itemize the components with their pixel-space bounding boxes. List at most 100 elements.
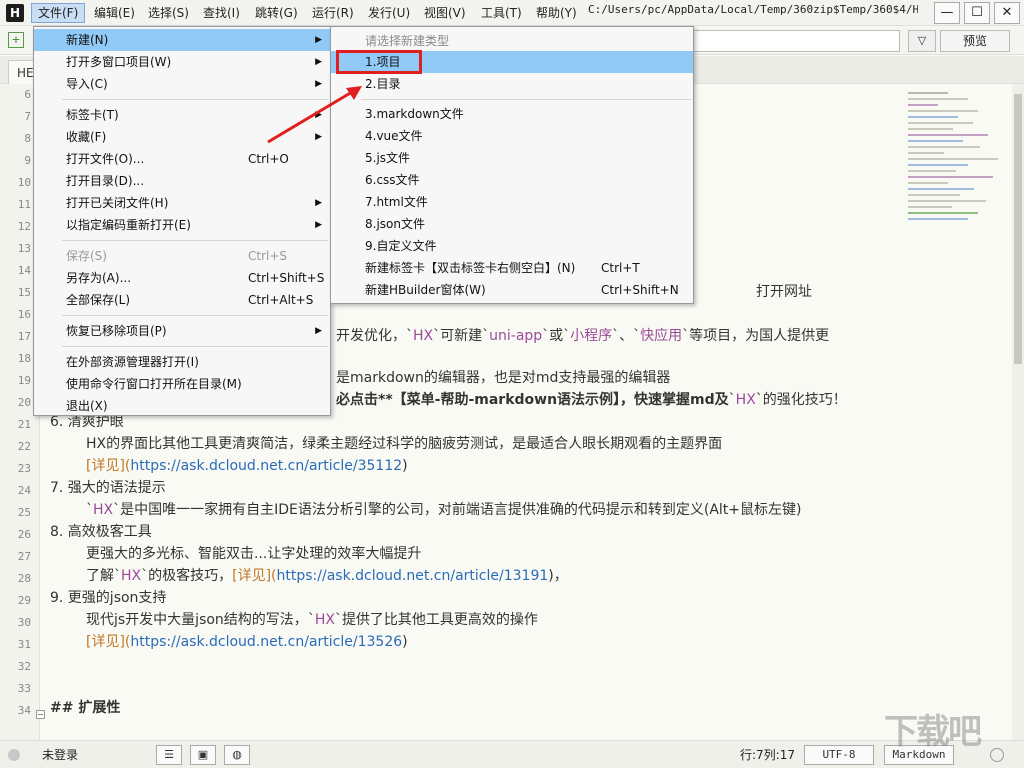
line-number: 11 bbox=[17, 198, 31, 211]
code-line: 现代js开发中大量json结构的写法，`HX`提供了比其他工具更高效的操作 bbox=[86, 612, 538, 628]
link[interactable]: https://ask.dcloud.net.cn/article/13191 bbox=[277, 568, 549, 584]
vertical-scrollbar[interactable] bbox=[1012, 84, 1024, 740]
line-number: 19 bbox=[17, 374, 31, 387]
minimize-button[interactable]: — bbox=[934, 2, 960, 24]
file-menu-item[interactable]: 打开多窗口项目(W) ▶ bbox=[34, 51, 330, 73]
line-number: 28 bbox=[17, 572, 31, 585]
file-menu-item[interactable]: 在外部资源管理器打开(I) bbox=[34, 351, 330, 373]
login-status[interactable]: 未登录 bbox=[42, 745, 78, 765]
menu-separator bbox=[62, 99, 328, 100]
menu-help[interactable]: 帮助(Y) bbox=[530, 3, 583, 23]
menu-item-label: 4.vue文件 bbox=[365, 129, 423, 143]
filter-button[interactable]: ▽ bbox=[908, 30, 936, 52]
file-menu-item[interactable]: 全部保存(L) Ctrl+Alt+S bbox=[34, 289, 330, 311]
notification-icon[interactable] bbox=[990, 748, 1004, 762]
text: uni-app bbox=[489, 328, 543, 344]
maximize-button[interactable]: ☐ bbox=[964, 2, 990, 24]
menu-file[interactable]: 文件(F) bbox=[31, 3, 86, 23]
menu-tools[interactable]: 工具(T) bbox=[475, 3, 528, 23]
file-menu-item[interactable]: 以指定编码重新打开(E) ▶ bbox=[34, 214, 330, 236]
text: HX bbox=[121, 568, 142, 584]
cursor-position: 行:7列:17 bbox=[740, 748, 795, 762]
menu-separator bbox=[62, 315, 328, 316]
menu-item-label: 全部保存(L) bbox=[66, 293, 131, 307]
file-menu-item[interactable]: 打开文件(O)... Ctrl+O bbox=[34, 148, 330, 170]
file-menu-item[interactable]: 使用命令行窗口打开所在目录(M) bbox=[34, 373, 330, 395]
new-file-icon[interactable]: + bbox=[8, 32, 24, 48]
submenu-header: 请选择新建类型 bbox=[331, 30, 693, 52]
new-menu-item[interactable]: 7.html文件 bbox=[331, 191, 693, 213]
text: 现代js开发中大量json结构的写法， bbox=[86, 612, 308, 628]
file-menu-item[interactable]: 打开已关闭文件(H) ▶ bbox=[34, 192, 330, 214]
line-number: 7 bbox=[24, 110, 31, 123]
text: 必点击**【菜单-帮助-markdown语法示例】，快速掌握md及 bbox=[336, 392, 729, 408]
menu-edit[interactable]: 编辑(E) bbox=[88, 3, 141, 23]
link[interactable]: https://ask.dcloud.net.cn/article/13526 bbox=[130, 634, 402, 650]
line-number: 9 bbox=[24, 154, 31, 167]
menu-run[interactable]: 运行(R) bbox=[306, 3, 360, 23]
status-bar: 未登录 ☰ ▣ ◍ 行:7列:17 UTF-8 Markdown bbox=[0, 740, 1024, 768]
menu-item-label: 7.html文件 bbox=[365, 195, 428, 209]
menu-item-shortcut: Ctrl+Alt+S bbox=[248, 293, 314, 307]
text: HX bbox=[93, 502, 114, 518]
menu-publish[interactable]: 发行(U) bbox=[362, 3, 416, 23]
new-menu-item[interactable]: 6.css文件 bbox=[331, 169, 693, 191]
browser-icon[interactable]: ◍ bbox=[224, 745, 250, 765]
line-number: 34 bbox=[17, 704, 31, 717]
code-line: HX的界面比其他工具更清爽简洁，绿柔主题经过科学的脑疲劳测试，是最适合人眼长期观… bbox=[86, 436, 723, 452]
submenu-header-label: 请选择新建类型 bbox=[365, 34, 450, 48]
line-number: 15 bbox=[17, 286, 31, 299]
user-avatar-icon[interactable] bbox=[8, 749, 20, 761]
file-menu-item[interactable]: 收藏(F) ▶ bbox=[34, 126, 330, 148]
menu-goto[interactable]: 跳转(G) bbox=[249, 3, 304, 23]
text: 了解 bbox=[86, 568, 114, 584]
new-menu-item[interactable]: 9.自定义文件 bbox=[331, 235, 693, 257]
code-line: 了解`HX`的极客技巧，[详见](https://ask.dcloud.net.… bbox=[86, 568, 568, 584]
encoding-selector[interactable]: UTF-8 bbox=[804, 745, 874, 765]
line-number: 12 bbox=[17, 220, 31, 233]
address-input[interactable] bbox=[690, 30, 900, 52]
menu-select[interactable]: 选择(S) bbox=[142, 3, 195, 23]
file-menu-item[interactable]: 另存为(A)... Ctrl+Shift+S bbox=[34, 267, 330, 289]
submenu-arrow-icon: ▶ bbox=[315, 79, 322, 89]
new-menu-item[interactable]: 2.目录 bbox=[331, 73, 693, 95]
minimap[interactable] bbox=[906, 84, 1010, 740]
new-menu-item[interactable]: 新建标签卡【双击标签卡右侧空白】(N) Ctrl+T bbox=[331, 257, 693, 279]
menu-find[interactable]: 查找(I) bbox=[197, 3, 246, 23]
new-menu-item[interactable]: 3.markdown文件 bbox=[331, 103, 693, 125]
file-path: C:/Users/pc/AppData/Local/Temp/360zip$Te… bbox=[588, 3, 918, 16]
code-line: 8. 高效极客工具 bbox=[50, 524, 152, 540]
file-menu-item[interactable]: 打开目录(D)... bbox=[34, 170, 330, 192]
new-menu-item[interactable]: 4.vue文件 bbox=[331, 125, 693, 147]
new-menu-item[interactable]: 8.json文件 bbox=[331, 213, 693, 235]
file-menu-item[interactable]: 退出(X) bbox=[34, 395, 330, 417]
new-menu-item[interactable]: 5.js文件 bbox=[331, 147, 693, 169]
file-menu-item[interactable]: 新建(N) ▶ bbox=[34, 29, 330, 51]
terminal-icon[interactable]: ▣ bbox=[190, 745, 216, 765]
new-menu-item[interactable]: 新建HBuilder窗体(W) Ctrl+Shift+N bbox=[331, 279, 693, 301]
code-line: 更强大的多光标、智能双击...让字处理的效率大幅提升 bbox=[86, 546, 422, 562]
line-number: 18 bbox=[17, 352, 31, 365]
close-button[interactable]: ✕ bbox=[994, 2, 1020, 24]
menu-item-label: 新建HBuilder窗体(W) bbox=[365, 283, 486, 297]
line-number: 6 bbox=[24, 88, 31, 101]
link[interactable]: https://ask.dcloud.net.cn/article/35112 bbox=[130, 458, 402, 474]
text: 开发优化， bbox=[336, 328, 406, 344]
line-number: 25 bbox=[17, 506, 31, 519]
text: 可新建 bbox=[440, 328, 483, 344]
text: [详见]( bbox=[86, 458, 131, 474]
menu-item-label: 2.目录 bbox=[365, 77, 401, 91]
line-number: 26 bbox=[17, 528, 31, 541]
outline-icon[interactable]: ☰ bbox=[156, 745, 182, 765]
menu-item-shortcut: Ctrl+O bbox=[248, 152, 289, 166]
file-menu-item[interactable]: 恢复已移除项目(P) ▶ bbox=[34, 320, 330, 342]
scrollbar-thumb[interactable] bbox=[1014, 94, 1022, 364]
preview-button[interactable]: 预览 bbox=[940, 30, 1010, 52]
menu-view[interactable]: 视图(V) bbox=[418, 3, 472, 23]
menu-item-label: 打开已关闭文件(H) bbox=[66, 196, 169, 210]
code-line: `HX`是中国唯一一家拥有自主IDE语法分析引擎的公司，对前端语言提供准确的代码… bbox=[86, 502, 802, 518]
menu-item-label: 收藏(F) bbox=[66, 130, 107, 144]
file-menu-item[interactable]: 导入(C) ▶ bbox=[34, 73, 330, 95]
file-menu-item[interactable]: 保存(S) Ctrl+S bbox=[34, 245, 330, 267]
file-menu-item[interactable]: 标签卡(T) ▶ bbox=[34, 104, 330, 126]
